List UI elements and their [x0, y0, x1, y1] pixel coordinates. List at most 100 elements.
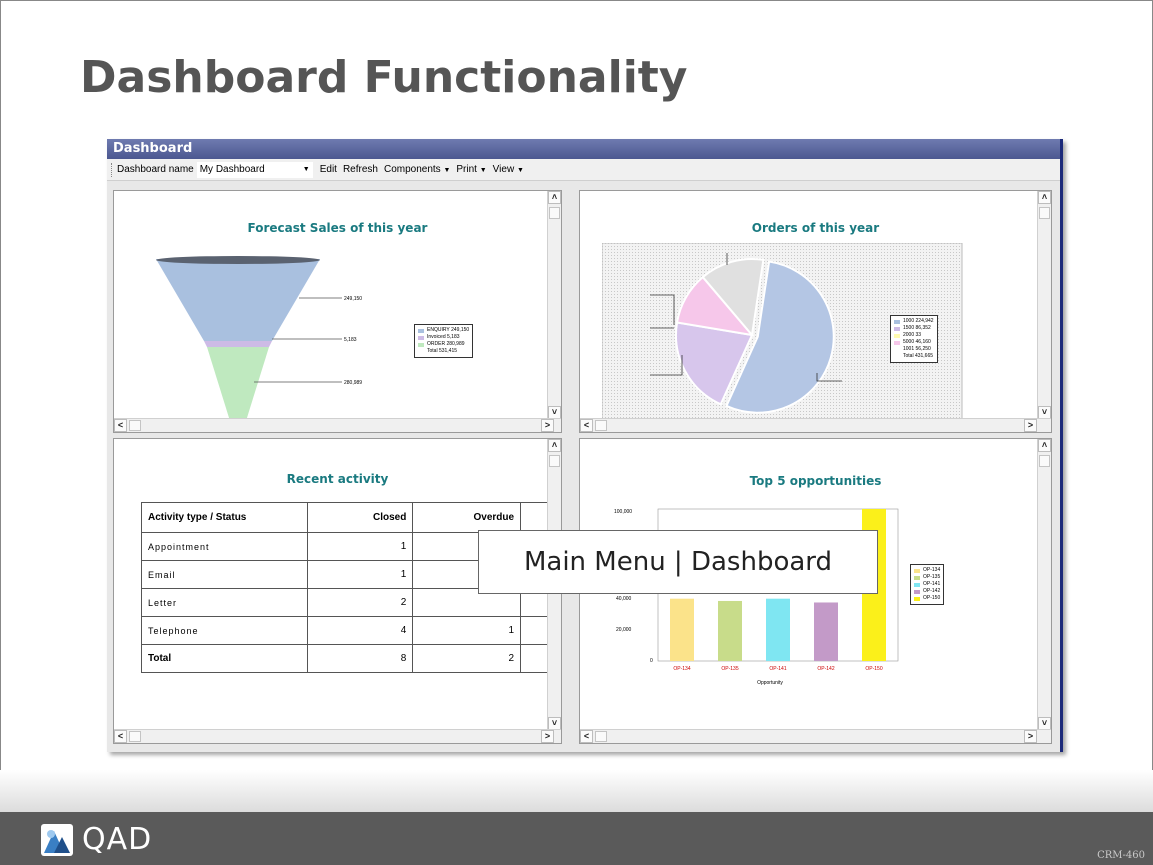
print-label: Print — [456, 164, 477, 175]
scroll-left-icon[interactable]: < — [580, 419, 593, 432]
scroll-thumb[interactable] — [1039, 207, 1050, 219]
legend-name: Total — [903, 353, 914, 359]
scroll-thumb[interactable] — [595, 420, 607, 431]
horizontal-scrollbar[interactable]: < > — [580, 418, 1051, 432]
legend-value: 5,183 — [447, 334, 460, 340]
table-header-row: Activity type / Status Closed Overdue — [141, 502, 561, 533]
legend-value: 224,942 — [915, 318, 934, 324]
legend-item: OP-150 — [914, 595, 940, 602]
edit-button[interactable]: Edit — [320, 164, 337, 175]
horizontal-scrollbar[interactable]: < > — [114, 418, 561, 432]
qad-logo-text: QAD — [82, 822, 153, 857]
scroll-right-icon[interactable]: > — [1024, 730, 1037, 743]
scroll-right-icon[interactable]: > — [1024, 419, 1037, 432]
legend-name: 1001 — [903, 346, 915, 352]
view-label: View — [492, 164, 515, 175]
legend-name: 5000 — [903, 339, 915, 345]
legend-item: ENQUIRY 249,150 — [418, 327, 469, 334]
legend-value: 280,989 — [446, 341, 465, 347]
scroll-right-icon[interactable]: > — [541, 730, 554, 743]
legend-item: OP-135 — [914, 574, 940, 581]
table-total-row[interactable]: Total 8 2 — [141, 644, 561, 673]
scroll-thumb[interactable] — [549, 455, 560, 467]
y-tick-label: 40,000 — [616, 596, 632, 602]
scroll-left-icon[interactable]: < — [580, 730, 593, 743]
legend-swatch — [894, 340, 900, 345]
bar — [814, 602, 838, 661]
dashboard-name-select[interactable]: My Dashboard ▼ — [196, 161, 313, 178]
x-axis-label: Opportunity — [757, 680, 783, 686]
scroll-up-icon[interactable]: ˄ — [548, 191, 561, 204]
legend-swatch — [914, 582, 920, 587]
funnel-segment-invoiced — [204, 341, 272, 347]
overdue-count: 2 — [412, 644, 522, 673]
scroll-thumb[interactable] — [595, 731, 607, 742]
dashboard-name-value: My Dashboard — [199, 164, 265, 175]
vertical-scrollbar[interactable]: ˄ ˅ — [547, 191, 561, 419]
print-menu[interactable]: Print ▼ — [456, 164, 486, 175]
scroll-up-icon[interactable]: ˄ — [548, 439, 561, 452]
scroll-up-icon[interactable]: ˄ — [1038, 439, 1051, 452]
scroll-up-icon[interactable]: ˄ — [1038, 191, 1051, 204]
vertical-scrollbar[interactable]: ˄ ˅ — [1037, 439, 1051, 730]
opportunities-legend: OP-134 OP-135 OP-141 OP-142 OP-150 — [910, 564, 945, 605]
forecast-pane: Forecast Sales of this year 249,150 5,18… — [113, 190, 562, 433]
bar — [766, 598, 790, 661]
horizontal-scrollbar[interactable]: < > — [580, 729, 1051, 743]
scroll-right-icon[interactable]: > — [541, 419, 554, 432]
closed-count: 2 — [306, 588, 414, 617]
funnel-segment-enquiry — [156, 259, 320, 341]
footer-gradient — [0, 770, 1153, 812]
legend-value: 86,352 — [915, 325, 931, 331]
scroll-thumb[interactable] — [129, 420, 141, 431]
legend-name: OP-150 — [923, 595, 941, 601]
qad-logo-icon — [41, 823, 73, 856]
activity-type: Email — [141, 560, 308, 589]
column-header: Closed — [306, 502, 414, 533]
funnel-label: 5,183 — [344, 337, 357, 343]
legend-name: 2000 — [903, 332, 915, 338]
chevron-down-icon: ▼ — [516, 167, 524, 174]
orders-title: Orders of this year — [751, 221, 880, 235]
chevron-down-icon: ▼ — [479, 167, 487, 174]
scroll-thumb[interactable] — [129, 731, 141, 742]
legend-name: 1500 — [903, 325, 915, 331]
legend-value: 431,665 — [914, 353, 934, 359]
qad-logo: QAD — [40, 822, 152, 857]
y-tick-label: 100,000 — [614, 509, 632, 515]
toolbar-grip[interactable] — [111, 162, 114, 177]
legend-item: OP-141 — [914, 581, 940, 588]
legend-item: OP-142 — [914, 588, 940, 595]
scroll-left-icon[interactable]: < — [114, 419, 127, 432]
closed-count: 4 — [306, 616, 414, 645]
legend-name: OP-141 — [923, 581, 941, 587]
legend-value: 249,150 — [451, 327, 470, 333]
activity-title: Recent activity — [286, 472, 389, 486]
legend-item: 1000 224,942 — [894, 318, 934, 325]
horizontal-scrollbar[interactable]: < > — [114, 729, 561, 743]
dashboard-toolbar: Dashboard name My Dashboard ▼ Edit Refre… — [107, 159, 1060, 181]
navigation-path-callout: Main Menu | Dashboard — [478, 530, 878, 594]
bar — [718, 600, 742, 661]
legend-item: 2000 33 — [894, 332, 934, 339]
funnel-label: 280,989 — [344, 380, 362, 386]
legend-item: Invoiced 5,183 — [418, 334, 469, 341]
view-menu[interactable]: View ▼ — [493, 164, 524, 175]
legend-swatch — [894, 326, 900, 331]
legend-name: Total — [427, 348, 438, 354]
legend-swatch — [418, 335, 424, 340]
orders-legend: 1000 224,942 1500 86,352 2000 33 5000 46… — [890, 315, 938, 363]
components-label: Components — [383, 164, 441, 175]
y-tick-label: 20,000 — [616, 627, 632, 633]
vertical-scrollbar[interactable]: ˄ ˅ — [1037, 191, 1051, 419]
scroll-thumb[interactable] — [549, 207, 560, 219]
legend-swatch — [914, 589, 920, 594]
refresh-button[interactable]: Refresh — [343, 164, 378, 175]
scroll-thumb[interactable] — [1039, 455, 1050, 467]
legend-item: 1500 86,352 — [894, 325, 934, 332]
legend-name: ENQUIRY — [427, 327, 450, 333]
legend-name: 1000 — [903, 318, 915, 324]
components-menu[interactable]: Components ▼ — [384, 164, 450, 175]
table-row[interactable]: Telephone 4 1 — [141, 616, 561, 645]
scroll-left-icon[interactable]: < — [114, 730, 127, 743]
